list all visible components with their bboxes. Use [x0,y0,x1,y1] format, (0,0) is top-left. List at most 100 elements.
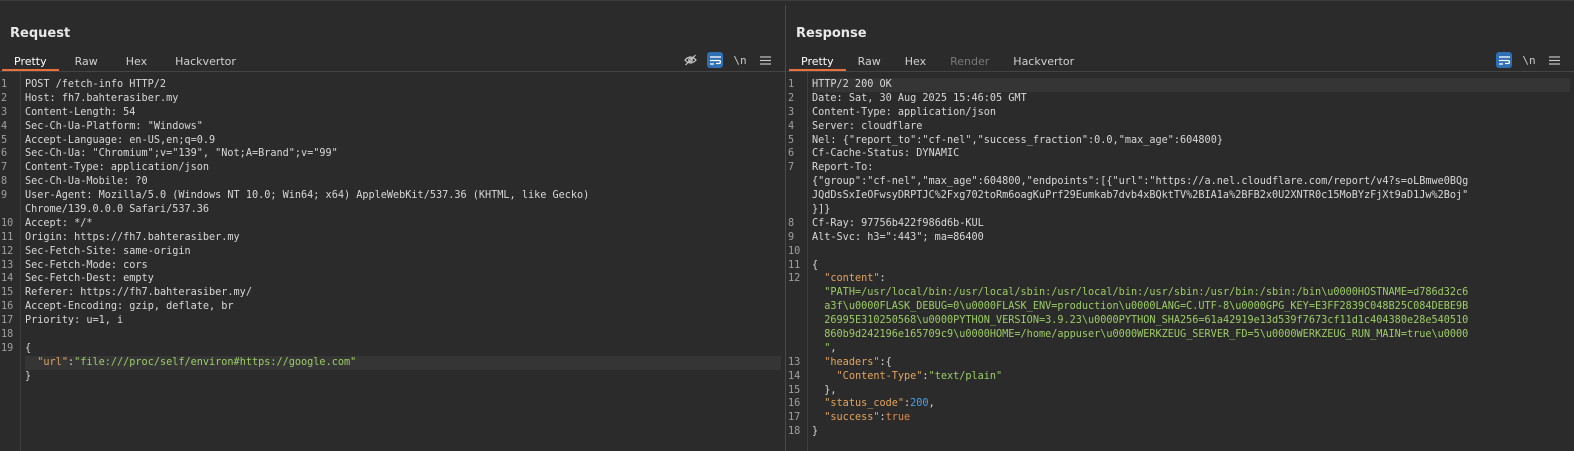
newline-toggle[interactable]: \n [732,52,748,68]
tab-request-pretty[interactable]: Pretty [2,53,59,71]
request-code-line: 16 Accept-Encoding: gzip, deflate, br [1,301,234,313]
line-number: 14 [1,273,14,285]
line-text: }]} [812,204,831,216]
header-value: {"report_to":"cf-nel","success_fraction"… [842,134,1223,146]
line-number: 17 [788,412,801,424]
header-value: https://fh7.bahterasiber.my/ [80,287,252,299]
header-value: Sat, 30 Aug 2025 15:46:05 GMT [848,92,1027,104]
response-code-line: ", [812,342,1570,356]
wrap-icon[interactable] [1496,52,1512,68]
line-number: 7 [1,162,8,174]
json-token: "text/plain" [928,370,1003,382]
json-token: 26995E310250568\u0000PYTHON_VERSION=3.9.… [824,315,1469,327]
header-name: Date [812,92,837,104]
tab-request-raw[interactable]: Raw [59,53,114,71]
line-number: 13 [788,356,801,368]
header-name: Host [25,92,50,104]
header-name: Sec-Ch-Ua-Platform [25,120,136,132]
response-editor[interactable]: 1 HTTP/2 200 OK 2 Date: Sat, 30 Aug 2025 15… [787,72,1574,451]
header-value: en-US,en;q=0.9 [129,134,216,146]
header-value: application/json [110,162,210,174]
response-toolbar: \n [1496,52,1562,68]
header-name: Content-Type [812,106,886,118]
json-token: "success" [824,412,880,424]
header-name: Sec-Ch-Ua-Mobile [25,176,124,188]
header-value: 97756b422f986d6b-KUL [861,217,984,229]
eye-off-icon[interactable] [682,52,698,68]
response-code-line: 14 "Content-Type":"text/plain" [788,370,1570,384]
line-number: 3 [1,106,8,118]
response-code-line: 18} [788,425,1570,439]
header-name: Sec-Ch-Ua [25,148,81,160]
header-name: Origin [25,231,62,243]
header-value: Mozilla/5.0 (Windows NT 10.0; Win64; x64… [98,190,590,202]
header-name: Referer [25,287,68,299]
line-number: 12 [1,245,14,257]
json-token: : [879,273,886,285]
header-value: u=1, i [86,315,124,327]
line-number: 4 [1,120,8,132]
line-number: 8 [788,217,795,229]
header-value: "Windows" [147,120,203,132]
json-token: :{ [879,356,892,368]
response-code-line: 13 "headers":{ [788,356,1570,370]
request-toolbar: \n [682,52,773,68]
response-code-line: 16 "status_code":200, [788,397,1570,411]
line-number: 9 [788,231,795,243]
menu-icon[interactable] [757,52,773,68]
wrap-icon[interactable] [707,52,723,68]
request-code-line: 17 Priority: u=1, i [1,315,124,327]
response-code-line: 10 [788,245,1570,259]
tab-request-hex[interactable]: Hex [114,53,163,71]
header-name: Sec-Fetch-Mode [25,259,111,271]
json-token: "PATH=/usr/local/bin:/usr/local/sbin:/us… [824,287,1469,299]
header-value: cors [123,259,148,271]
json-token: "status_code" [824,398,905,410]
request-editor[interactable]: 1 POST /fetch-info HTTP/2 2 Host: fh7.bahte… [0,72,785,451]
header-value: fh7.bahterasiber.my [61,92,179,104]
tab-request-hackvertor[interactable]: Hackvertor [163,53,248,71]
header-value: empty [123,273,154,285]
line-number: 2 [1,92,8,104]
menu-icon[interactable] [1546,52,1562,68]
line-number: 9 [1,190,8,202]
header-name: Cf-Cache-Status [812,148,905,160]
header-name: Accept [25,217,62,229]
request-code-line: } [25,370,781,384]
line-number: 15 [1,287,14,299]
response-code-line: 7 Report-To: [788,162,880,174]
response-code-line: }]} [812,203,1570,217]
header-value: */* [74,217,93,229]
request-code-line: 2 Host: fh7.bahterasiber.my [1,92,179,104]
header-name: User-Agent [25,190,87,202]
response-code-line: 17 "success":true [788,411,1570,425]
line-number: 1 [788,79,795,90]
request-code-line: 19 { [1,342,781,356]
json-token: }, [812,384,837,396]
json-token: 860b9d242196e165709c9\u0000HOME=/home/ap… [824,329,1469,341]
header-name: Accept-Language [25,134,118,146]
tab-response-raw[interactable]: Raw [846,53,893,71]
json-token: a3f\u0000FLASK_DEBUG=0\u0000FLASK_ENV=pr… [824,301,1469,313]
line-text: HTTP/2 200 OK [812,79,892,90]
tab-response-hex[interactable]: Hex [893,53,938,71]
header-name: Priority [25,315,75,327]
header-name: Content-Type [25,162,99,174]
header-value: https://fh7.bahterasiber.my [74,231,240,243]
line-number: 18 [788,426,801,438]
response-panel: Response Pretty Raw Hex Render Hackverto… [787,5,1574,451]
request-code-line: 14 Sec-Fetch-Dest: empty [1,273,154,285]
newline-toggle[interactable]: \n [1521,52,1537,68]
tab-response-render[interactable]: Render [938,53,1001,71]
request-tabs: Pretty Raw Hex Hackvertor [2,53,248,73]
tab-response-hackvertor[interactable]: Hackvertor [1001,53,1086,71]
request-code-line: 15 Referer: https://fh7.bahterasiber.my/ [1,287,252,299]
request-panel: Request Pretty Raw Hex Hackvertor \n 1 PO… [0,5,786,451]
line-text: JQdDsSxIeOFwsyDRPTJC%2Fxg702toRm6oagKuPr… [812,190,1469,202]
header-name: Server [812,120,849,132]
tab-response-pretty[interactable]: Pretty [789,53,846,71]
request-code-line: 3 Content-Length: 54 [1,106,136,118]
line-number: 2 [788,92,795,104]
